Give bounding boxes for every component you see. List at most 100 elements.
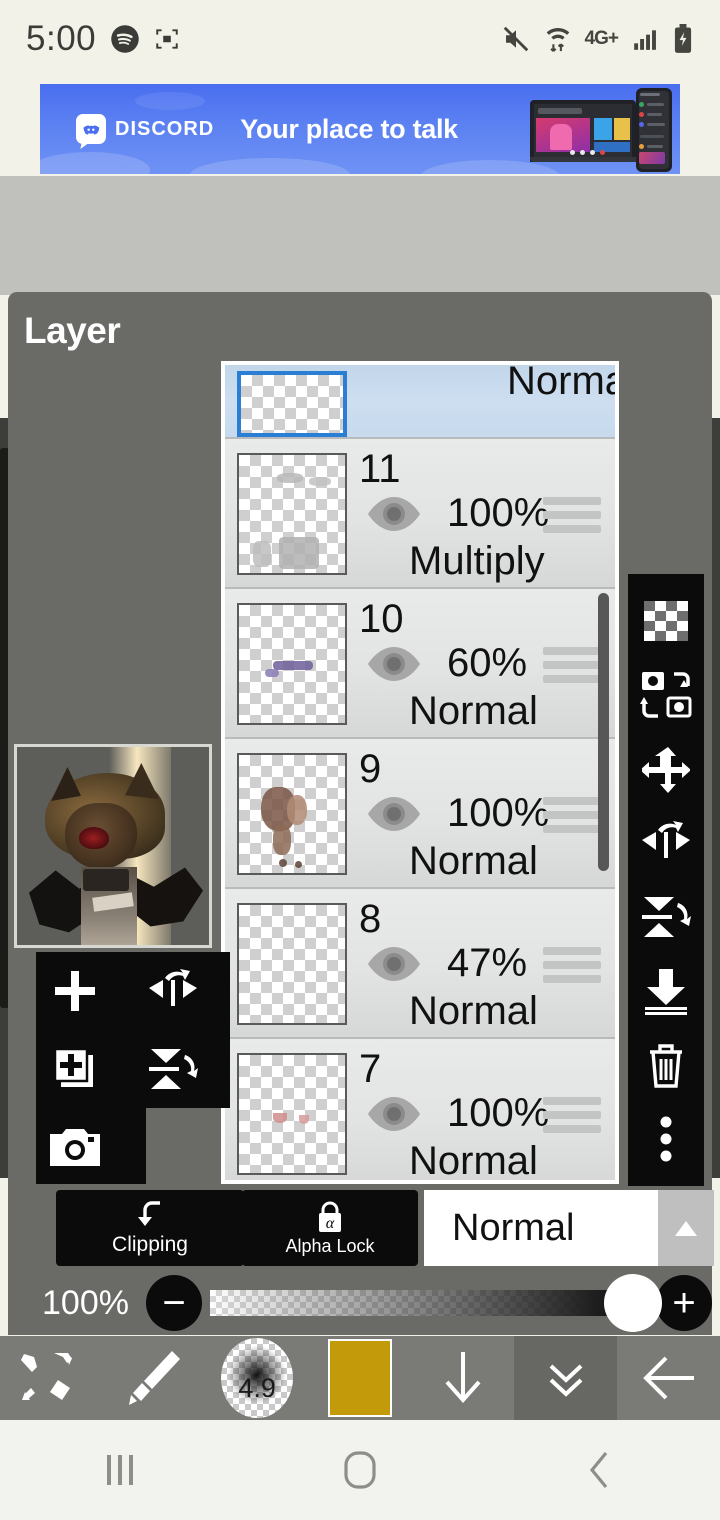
transparency-checker-icon[interactable] [638, 593, 694, 649]
thumbnail-content [273, 661, 313, 670]
opacity-slider-knob[interactable] [604, 1274, 662, 1332]
android-nav-bar [0, 1420, 720, 1520]
thumbnail-content [295, 861, 302, 868]
layer-thumbnail[interactable] [237, 1053, 347, 1175]
layer-blend-mode: Normal [507, 361, 615, 403]
brush-tool-button[interactable] [103, 1336, 206, 1420]
color-swatch-button[interactable] [309, 1336, 412, 1420]
layer-create-toolbar [36, 952, 230, 1184]
layer-drag-handle[interactable] [543, 1097, 601, 1133]
layer-row[interactable]: 7 100% Normal [225, 1039, 615, 1180]
more-options-icon[interactable] [638, 1111, 694, 1167]
discord-ad-banner[interactable]: DISCORD Your place to talk [40, 84, 680, 174]
layer-thumbnail[interactable] [237, 453, 347, 575]
flip-horizontal-icon[interactable] [638, 815, 694, 871]
artwork-preview-thumbnail[interactable] [14, 744, 212, 948]
ad-device-mockup [522, 88, 672, 172]
thumbnail-content [309, 477, 331, 486]
layer-info: 8 47% Normal [347, 889, 615, 1037]
back-nav-button[interactable] [480, 1449, 720, 1491]
blend-mode-select[interactable]: Normal [424, 1190, 714, 1266]
layer-row[interactable]: 10 60% Normal [225, 589, 615, 739]
status-clock: 5:00 [26, 19, 97, 58]
layer-list[interactable]: Normal11100%Multiply1060%Normal9100%Norm… [221, 361, 619, 1184]
add-layer-icon[interactable] [36, 952, 114, 1030]
layer-opacity: 100% [447, 791, 550, 835]
layer-drag-handle[interactable] [543, 797, 601, 833]
color-swatch-icon [328, 1339, 392, 1417]
layer-opacity: 47% [447, 941, 528, 985]
alpha-lock-button[interactable]: α Alpha Lock [242, 1190, 418, 1266]
duplicate-layer-icon[interactable] [36, 1030, 114, 1108]
artwork-eye [79, 827, 109, 849]
mute-icon [501, 24, 531, 54]
flip-vertical-icon[interactable] [134, 1030, 212, 1108]
collapse-panel-button[interactable] [514, 1336, 618, 1420]
opacity-plus-button[interactable]: + [656, 1275, 712, 1331]
brush-eraser-swap-button[interactable] [0, 1336, 103, 1420]
merge-down-icon[interactable] [638, 963, 694, 1019]
download-button[interactable] [411, 1336, 514, 1420]
flip-vertical-icon[interactable] [638, 889, 694, 945]
clipping-icon [138, 1201, 160, 1226]
back-button[interactable] [617, 1336, 720, 1420]
chevron-up-icon[interactable] [658, 1190, 714, 1266]
layer-drag-handle[interactable] [543, 497, 601, 533]
layer-visibility-icon[interactable] [365, 795, 423, 833]
layer-info: 10 60% Normal [347, 589, 615, 737]
layer-visibility-icon[interactable] [365, 495, 423, 533]
chevron-double-down-icon [549, 1364, 583, 1397]
layer-visibility-icon[interactable] [365, 1095, 423, 1133]
layer-opacity: 60% [447, 641, 528, 685]
delete-layer-icon[interactable] [638, 1037, 694, 1093]
layer-visibility-icon[interactable] [365, 945, 423, 983]
battery-charging-icon [672, 24, 694, 54]
move-layer-icon[interactable] [638, 741, 694, 797]
layer-thumbnail[interactable] [237, 753, 347, 875]
alpha-lock-label: Alpha Lock [285, 1235, 375, 1256]
layer-list-scrollbar[interactable] [598, 593, 609, 871]
layer-thumbnail[interactable] [237, 603, 347, 725]
brush-size-button[interactable]: 4.9 [206, 1336, 309, 1420]
camera-import-icon[interactable] [36, 1108, 114, 1186]
discord-brand-text: DISCORD [115, 117, 215, 140]
wifi-data-icon [544, 24, 572, 54]
layer-drag-handle[interactable] [543, 947, 601, 983]
opacity-value: 100% [42, 1283, 129, 1322]
thumbnail-content [273, 1113, 287, 1123]
screen-record-icon [154, 26, 180, 52]
brush-eraser-swap-icon [21, 1353, 73, 1400]
brush-size-value: 4.9 [221, 1338, 294, 1418]
status-bar: 5:00 4G+ [0, 0, 720, 78]
opacity-slider-track[interactable] [210, 1274, 662, 1332]
layer-blend-mode: Normal [409, 689, 538, 733]
layer-row[interactable]: 8 47% Normal [225, 889, 615, 1039]
back-icon [589, 1451, 608, 1489]
opacity-minus-button[interactable]: − [146, 1275, 202, 1331]
layer-row[interactable]: 9 100% Normal [225, 739, 615, 889]
layer-blend-mode: Normal [409, 989, 538, 1033]
layer-row[interactable]: Normal [225, 365, 615, 439]
thumbnail-content [279, 537, 319, 569]
layer-opacity: 100% [447, 1091, 550, 1135]
artwork-collar [83, 869, 129, 891]
thumbnail-content [287, 795, 307, 825]
layer-name: 11 [359, 447, 401, 491]
layer-mode-bar: Clipping α Alpha Lock Normal [8, 1190, 714, 1270]
flip-horizontal-icon[interactable] [134, 952, 212, 1030]
thumbnail-content [265, 669, 279, 677]
clipping-button[interactable]: Clipping [56, 1190, 244, 1266]
home-button[interactable] [240, 1449, 480, 1491]
layer-visibility-icon[interactable] [365, 645, 423, 683]
swap-layers-icon[interactable] [638, 667, 694, 723]
home-icon [344, 1451, 376, 1489]
recents-button[interactable] [0, 1451, 240, 1489]
network-label: 4G+ [584, 28, 619, 49]
layer-thumbnail[interactable] [237, 903, 347, 1025]
network-4g-plus-icon: 4G+ [584, 28, 619, 50]
app-background-gap [0, 176, 720, 295]
layer-row[interactable]: 11 100% Multiply [225, 439, 615, 589]
layer-drag-handle[interactable] [543, 647, 601, 683]
layer-thumbnail[interactable] [237, 371, 347, 437]
status-bar-left: 5:00 [26, 19, 180, 59]
